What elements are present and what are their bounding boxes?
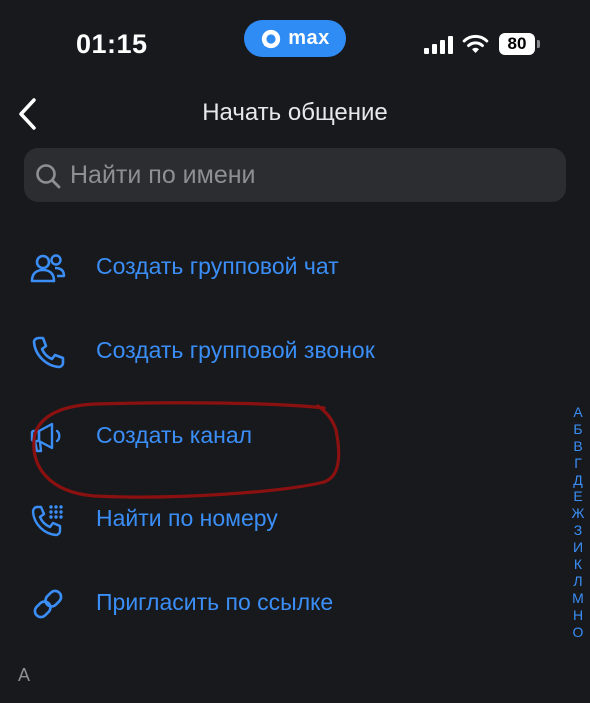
index-letter[interactable]: Г	[568, 455, 588, 472]
app-badge[interactable]: max	[244, 20, 346, 57]
create-group-call-label: Создать групповой звонок	[96, 337, 375, 363]
battery-level: 80	[499, 33, 535, 55]
max-logo-icon	[262, 29, 281, 48]
invite-by-link-label: Пригласить по ссылке	[96, 589, 334, 615]
search-icon	[36, 164, 61, 189]
index-letter[interactable]: Ж	[568, 505, 588, 522]
app-badge-label: max	[288, 27, 330, 49]
section-header: А	[18, 665, 31, 685]
invite-by-link-item[interactable]: Пригласить по ссылке	[0, 569, 560, 639]
index-letter[interactable]: Д	[568, 472, 588, 489]
alphabet-index[interactable]: А Б В Г Д Е Ж З И К Л М Н О	[568, 404, 588, 640]
index-letter[interactable]: К	[568, 556, 588, 573]
create-channel-label: Создать канал	[96, 422, 253, 448]
find-by-number-label: Найти по номеру	[96, 505, 278, 531]
status-time: 01:15	[76, 29, 148, 59]
index-letter[interactable]: В	[568, 438, 588, 455]
index-letter[interactable]: А	[568, 404, 588, 421]
search-bar[interactable]	[24, 148, 566, 202]
index-letter[interactable]: Б	[568, 421, 588, 438]
status-bar: 01:15 max 80	[0, 0, 590, 90]
phone-icon	[32, 336, 65, 369]
link-icon	[33, 589, 63, 619]
create-group-chat-label: Создать групповой чат	[96, 253, 339, 279]
cellular-signal-icon	[424, 36, 453, 54]
create-group-chat-item[interactable]: Создать групповой чат	[0, 233, 560, 303]
index-letter[interactable]: М	[568, 590, 588, 607]
wifi-icon	[462, 34, 489, 53]
create-group-call-item[interactable]: Создать групповой звонок	[0, 317, 560, 387]
phone-keypad-icon	[31, 505, 63, 537]
find-by-number-item[interactable]: Найти по номеру	[0, 485, 560, 555]
megaphone-icon	[30, 422, 61, 453]
search-input[interactable]	[70, 148, 550, 202]
index-letter[interactable]: З	[568, 522, 588, 539]
create-channel-item[interactable]: Создать канал	[0, 402, 560, 472]
page-title: Начать общение	[202, 99, 388, 126]
group-users-icon	[30, 254, 66, 283]
index-letter[interactable]: О	[568, 624, 588, 641]
index-letter[interactable]: Л	[568, 573, 588, 590]
battery-tip	[537, 40, 540, 48]
index-letter[interactable]: Е	[568, 488, 588, 505]
index-letter[interactable]: И	[568, 539, 588, 556]
battery-indicator: 80	[499, 33, 540, 55]
index-letter[interactable]: Н	[568, 607, 588, 624]
